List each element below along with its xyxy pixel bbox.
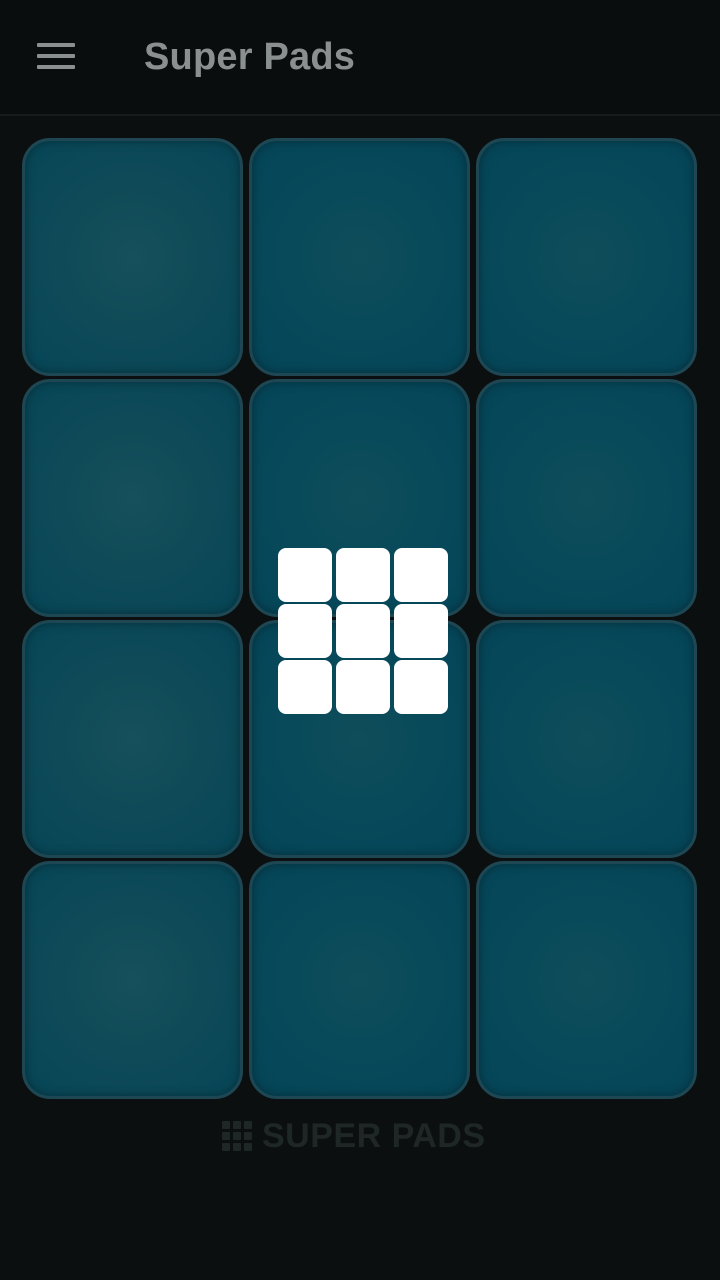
pad-r2-c1[interactable] — [22, 379, 243, 617]
pad-r1-c1[interactable] — [22, 138, 243, 376]
grid-logo-icon — [222, 1121, 252, 1151]
grid-3x3-icon — [278, 548, 450, 716]
top-app-bar: Super Pads — [0, 0, 720, 116]
brand-text: SUPER PADS — [262, 1116, 486, 1155]
pad-r1-c2[interactable] — [249, 138, 470, 376]
pad-r1-c3[interactable] — [476, 138, 697, 376]
pad-r2-c3[interactable] — [476, 379, 697, 617]
footer-brand: SUPER PADS — [222, 1116, 486, 1156]
app-title: Super Pads — [144, 36, 356, 78]
pad-r4-c3[interactable] — [476, 861, 697, 1099]
app-root: Super Pads SUPER PADS — [0, 0, 720, 1280]
pad-r4-c2[interactable] — [249, 861, 470, 1099]
pad-r3-c1[interactable] — [22, 620, 243, 858]
pad-r3-c3[interactable] — [476, 620, 697, 858]
pad-r4-c1[interactable] — [22, 861, 243, 1099]
hamburger-menu-icon[interactable] — [28, 30, 84, 82]
